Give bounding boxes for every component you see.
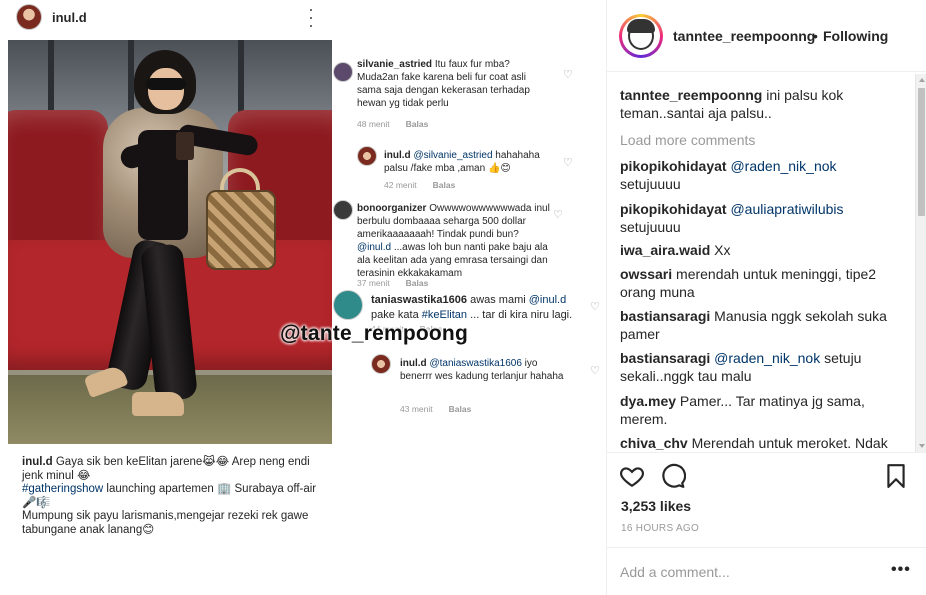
inner-more-icon: · · · (308, 0, 314, 35)
comment-avatar (333, 290, 363, 320)
comment: bastiansaragi Manusia nggk sekolah suka … (620, 308, 887, 342)
embedded-comment: bonoorganizer Owwwwowwwwwwada inul berbu… (357, 203, 550, 279)
caption: tanntee_reempoonng ini palsu kok teman..… (620, 87, 844, 121)
heart-icon: ♡ (590, 301, 600, 313)
comment-username[interactable]: owssari (620, 266, 672, 282)
comment-username[interactable]: chiva_chv (620, 435, 688, 450)
watermark: @tante_rempoong (280, 322, 468, 345)
comment-meta: 37 menit Balas (357, 278, 429, 288)
following-button[interactable]: Following (823, 28, 888, 44)
comment-bubble-icon[interactable] (660, 463, 686, 489)
heart-icon: ♡ (563, 157, 573, 169)
heart-icon: ♡ (563, 69, 573, 81)
inner-username: inul.d (52, 10, 87, 25)
more-dots-icon[interactable]: ••• (891, 561, 911, 579)
story-ring[interactable] (619, 14, 663, 58)
avatar-hair (627, 19, 655, 33)
comment-username[interactable]: bastiansaragi (620, 350, 710, 366)
comment: bastiansaragi @raden_nik_nok setuju seka… (620, 350, 862, 384)
bookmark-icon[interactable] (883, 463, 909, 489)
separator-dot: • (813, 28, 818, 44)
comment-meta: 42 menit Balas (384, 180, 456, 190)
post-timestamp[interactable]: 16 HOURS AGO (621, 523, 699, 534)
add-comment-input[interactable] (620, 562, 870, 582)
likes-count[interactable]: 3,253 likes (621, 498, 691, 514)
handbag (206, 190, 276, 270)
comment: pikopikohidayat @raden_nik_nok setujuuuu (620, 158, 837, 192)
comment: pikopikohidayat @auliapratiwilubis setuj… (620, 201, 844, 235)
username-link[interactable]: tanntee_reempoonng (673, 28, 815, 44)
comments-list: tanntee_reempoonng ini palsu kok teman..… (620, 86, 910, 450)
heart-icon: ♡ (553, 209, 563, 221)
heart-icon[interactable] (619, 463, 645, 489)
comment-username[interactable]: pikopikohidayat (620, 158, 727, 174)
embedded-comment: taniaswastika1606 awas mami @inul.d pake… (371, 294, 573, 321)
comment: dya.mey Pamer... Tar matinya jg sama, me… (620, 393, 865, 427)
red-chair (8, 110, 108, 260)
inner-avatar (16, 4, 42, 30)
post-image[interactable]: inul.d · · · silvanie_astried Itu faux fur… (0, 0, 606, 595)
comment-username[interactable]: dya.mey (620, 393, 676, 409)
avatar[interactable] (622, 17, 660, 55)
inner-photo (8, 40, 332, 444)
mention-link[interactable]: @raden_nik_nok (727, 158, 836, 174)
mention-link[interactable]: @auliapratiwilubis (727, 201, 843, 217)
add-comment-bar: ••• (607, 547, 926, 595)
inner-caption: inul.d Gaya sik ben keElitan jarene😹😂 Ar… (22, 456, 317, 536)
comment-username[interactable]: bastiansaragi (620, 308, 710, 324)
comment: iwa_aira.waid Xx (620, 242, 731, 258)
comment: owssari merendah untuk meninggi, tipe2 o… (620, 266, 877, 300)
action-bar: 3,253 likes 16 HOURS AGO (607, 452, 926, 547)
load-more-comments-button[interactable]: Load more comments (620, 131, 755, 149)
heart-icon: ♡ (590, 365, 600, 377)
comment-username[interactable]: pikopikohidayat (620, 201, 727, 217)
embedded-comment: silvanie_astried Itu faux fur mba? Muda2… (357, 59, 530, 109)
comment-avatar (333, 62, 353, 82)
comment-avatar (371, 354, 391, 374)
scroll-down-arrow-icon[interactable] (919, 444, 925, 448)
sunglasses (146, 78, 186, 90)
caption-username[interactable]: tanntee_reempoonng (620, 87, 762, 103)
post-sidebar: tanntee_reempoonng • Following tanntee_r… (606, 0, 926, 595)
comment-username[interactable]: iwa_aira.waid (620, 242, 710, 258)
comment-meta: 48 menit Balas (357, 119, 429, 129)
comments-scrollbar[interactable] (915, 74, 926, 452)
inner-post-header: inul.d · · · (0, 0, 340, 36)
embedded-comment: inul.d @silvanie_astried hahahaha palsu … (384, 150, 540, 174)
scroll-up-arrow-icon[interactable] (919, 78, 925, 82)
phone (176, 132, 194, 160)
shoe (132, 392, 184, 416)
comment: chiva_chv Merendah untuk meroket. Ndak (620, 435, 888, 450)
post-header: tanntee_reempoonng • Following (607, 0, 926, 72)
comment-meta: 43 menit Balas (400, 404, 472, 414)
comment-avatar (357, 146, 377, 166)
mention-link[interactable]: @raden_nik_nok (710, 350, 820, 366)
scrollbar-thumb[interactable] (918, 88, 925, 216)
embedded-comment: inul.d @taniaswastika1606 iyo benerrr we… (400, 358, 564, 382)
comment-avatar (333, 200, 353, 220)
